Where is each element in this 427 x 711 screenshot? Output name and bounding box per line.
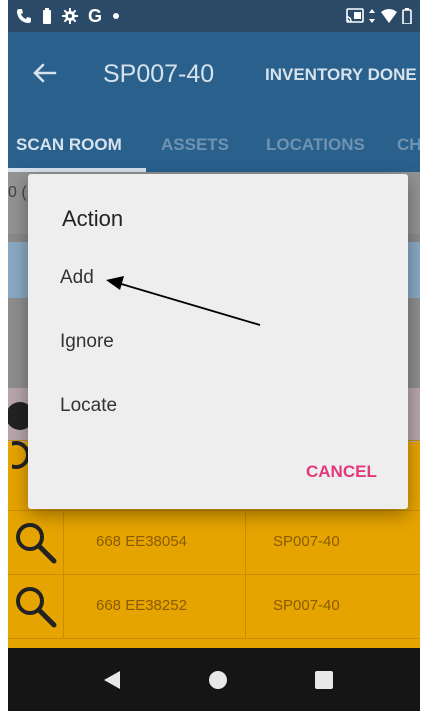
action-dialog: Action Add Ignore Locate CANCEL [28, 174, 408, 509]
location-cell: SP007-40 [273, 597, 340, 614]
status-bar: G [8, 0, 420, 32]
app-bar: SP007-40 INVENTORY DONE [8, 32, 420, 118]
status-left-icons: G [16, 6, 120, 27]
inventory-done-button[interactable]: INVENTORY DONE [265, 65, 417, 85]
table-row[interactable]: 668 EE38252 SP007-40 [8, 574, 420, 639]
dialog-title: Action [62, 206, 124, 231]
cast-icon [346, 8, 364, 23]
navigation-bar [8, 648, 420, 711]
phone-screen: G SP007-40 INVENTORY DONE SCAN ROOM ASSE… [8, 0, 420, 711]
data-arrows-icon [369, 9, 375, 23]
tab-bar: SCAN ROOM ASSETS LOCATIONS CH [8, 118, 420, 172]
asset-cell: 668 EE38054 [96, 533, 187, 550]
locate-option[interactable]: Locate [60, 395, 117, 417]
google-g-icon: G [88, 5, 103, 26]
nav-recents-icon[interactable] [312, 668, 336, 692]
table-row[interactable]: 668 EE38054 SP007-40 [8, 510, 420, 575]
nav-home-icon[interactable] [206, 668, 230, 692]
wifi-icon [381, 9, 397, 23]
tab-locations[interactable]: LOCATIONS [266, 135, 365, 155]
add-option[interactable]: Add [60, 267, 94, 289]
status-right-icons [346, 8, 412, 24]
tab-ch[interactable]: CH [397, 135, 420, 155]
page-title: SP007-40 [103, 60, 215, 88]
search-icon[interactable] [12, 583, 60, 631]
phone-icon [17, 9, 31, 23]
dot-icon [113, 13, 120, 19]
scan-input-text: 0 ( [8, 184, 27, 201]
asset-cell: 668 EE38252 [96, 597, 187, 614]
gear-icon [62, 8, 78, 24]
location-cell: SP007-40 [273, 533, 340, 550]
battery-small-icon [43, 8, 51, 24]
cancel-button[interactable]: CANCEL [306, 462, 377, 482]
ignore-option[interactable]: Ignore [60, 331, 114, 353]
tab-assets[interactable]: ASSETS [161, 135, 229, 155]
search-icon[interactable] [12, 519, 60, 567]
battery-icon [402, 8, 412, 24]
tab-scan-room[interactable]: SCAN ROOM [16, 135, 122, 155]
arrow-back-icon[interactable] [30, 58, 60, 88]
nav-back-icon[interactable] [100, 668, 124, 692]
